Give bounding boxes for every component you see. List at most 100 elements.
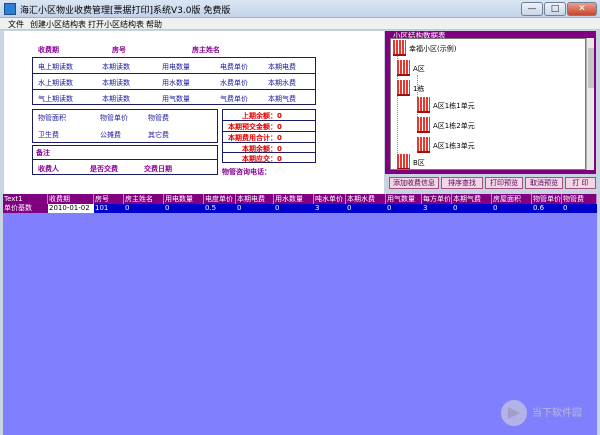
label-consult-phone: 物管咨询电话： (222, 168, 271, 176)
tree-node-unit-1[interactable]: A区1栋1单元 (433, 101, 475, 111)
label-shared-fee: 公摊费 (100, 131, 121, 139)
tree-node-building-1[interactable]: 1栋 (413, 84, 424, 94)
sort-search-button[interactable]: 排序查找 (441, 177, 483, 189)
grid-cell[interactable]: 0 (346, 204, 386, 213)
label-water-fee: 本期水费 (268, 79, 296, 87)
grid-col-gas-fee[interactable]: 本期气费 (452, 194, 492, 204)
tree-node-zone-b[interactable]: B区 (413, 158, 425, 168)
label-room-no: 房号 (112, 46, 126, 54)
grid-col-electric-usage[interactable]: 用电数量 (164, 194, 204, 204)
menu-file[interactable]: 文件 (8, 19, 24, 30)
grid-col-property-price[interactable]: 物管单价 (532, 194, 562, 204)
tree-scroll-thumb[interactable] (588, 48, 594, 88)
grid-col-text1[interactable]: Text1 (3, 194, 48, 204)
grid-col-water-price[interactable]: 吨水单价 (314, 194, 346, 204)
label-property-area: 物管面积 (38, 114, 66, 122)
grid-col-gas-price[interactable]: 每方单价 (422, 194, 452, 204)
cancel-preview-button[interactable]: 取消预览 (525, 177, 563, 189)
label-fee-period: 收费期 (38, 46, 59, 54)
building-icon (417, 97, 430, 113)
grid-col-water-usage[interactable]: 用水数量 (274, 194, 314, 204)
grid-col-property-fee[interactable]: 物管费 (562, 194, 597, 204)
label-property-fee: 物管费 (148, 114, 169, 122)
grid-col-gas-usage[interactable]: 用气数量 (386, 194, 422, 204)
label-gas-usage: 用气数量 (162, 95, 190, 103)
add-fee-button[interactable]: 添加收费信息 (389, 177, 439, 189)
label-electric-usage: 用电数量 (162, 63, 190, 71)
label-gas-curr: 本期读数 (102, 95, 130, 103)
label-collector: 收费人 (38, 165, 59, 173)
watermark-text: 当下软件园 (532, 408, 582, 419)
label-water-price: 水费单价 (220, 79, 248, 87)
building-icon (397, 80, 410, 96)
grid-col-room[interactable]: 房号 (94, 194, 124, 204)
menu-create-structure[interactable]: 创建小区结构表 (30, 19, 86, 30)
grid-col-electric-fee[interactable]: 本期电费 (236, 194, 274, 204)
grid-col-house-area[interactable]: 房屋面积 (492, 194, 532, 204)
summary-prepaid: 本期预交金额：0 (228, 123, 282, 131)
app-icon (4, 3, 16, 15)
label-other-fee: 其它费 (148, 131, 169, 139)
tree-node-community[interactable]: 幸福小区(示例) (409, 44, 456, 54)
label-electric-price: 电费单价 (220, 63, 248, 71)
minimize-button[interactable]: — (521, 2, 543, 16)
grid-col-electric-price[interactable]: 电度单价 (204, 194, 236, 204)
label-pay-date: 交费日期 (144, 165, 172, 173)
label-electric-fee: 本期电费 (268, 63, 296, 71)
label-gas-price: 气费单价 (220, 95, 248, 103)
grid-cell[interactable]: 0 (164, 204, 204, 213)
grid-cell[interactable]: 0 (562, 204, 597, 213)
label-property-price: 物管单价 (100, 114, 128, 122)
divider (32, 159, 218, 160)
label-remark: 备注 (36, 149, 50, 157)
title-bar: 海汇小区物业收费管理[票据打印]系统V3.0版 免费版 — □ ✕ (0, 0, 600, 18)
fee-form: 收费期 房号 房主姓名 电上期读数 本期读数 用电数量 电费单价 本期电费 水上… (4, 31, 384, 194)
label-water-prev: 水上期读数 (38, 79, 73, 87)
building-icon (397, 60, 410, 76)
grid-cell[interactable]: 0 (124, 204, 164, 213)
close-button[interactable]: ✕ (567, 2, 597, 16)
grid-cell-selected[interactable]: 2010-01-02 (48, 204, 94, 213)
label-sanitation-fee: 卫生费 (38, 131, 59, 139)
menu-bar: 文件 创建小区结构表 打开小区结构表 帮助 (0, 18, 600, 30)
tree-node-zone-a[interactable]: A区 (413, 64, 425, 74)
maximize-button[interactable]: □ (544, 2, 566, 16)
print-button[interactable]: 打 印 (565, 177, 596, 189)
grid-cell[interactable]: 0 (492, 204, 532, 213)
grid-cell[interactable]: 0 (452, 204, 492, 213)
tree-node-unit-2[interactable]: A区1栋2单元 (433, 121, 475, 131)
grid-cell[interactable]: 101 (94, 204, 124, 213)
structure-tree[interactable]: 幸福小区(示例) A区 1栋 A区1栋1单元 A区1栋2单元 A区1栋3单元 B… (390, 38, 586, 170)
label-gas-prev: 气上期读数 (38, 95, 73, 103)
grid-cell[interactable]: 3 (422, 204, 452, 213)
grid-col-owner[interactable]: 房主姓名 (124, 194, 164, 204)
label-electric-prev: 电上期读数 (38, 63, 73, 71)
remark-frame (32, 145, 218, 175)
grid-col-water-fee[interactable]: 本期水费 (346, 194, 386, 204)
summary-payable: 本期应交：0 (242, 155, 282, 163)
building-icon (397, 154, 410, 169)
grid-cell[interactable]: 3 (314, 204, 346, 213)
watermark: 当下软件园 (498, 395, 596, 431)
grid-col-fee-period[interactable]: 收费期 (48, 194, 94, 204)
summary-prev-balance: 上期余额：0 (242, 112, 282, 120)
building-icon (393, 40, 406, 56)
grid-cell[interactable]: 0 (386, 204, 422, 213)
summary-balance: 本期余额：0 (242, 145, 282, 153)
divider (32, 73, 316, 74)
building-icon (417, 137, 430, 153)
tree-scrollbar[interactable] (586, 38, 594, 170)
print-preview-button[interactable]: 打印预览 (485, 177, 523, 189)
menu-help[interactable]: 帮助 (146, 19, 162, 30)
grid-cell[interactable]: 0 (274, 204, 314, 213)
grid-cell[interactable]: 单价基数 (3, 204, 48, 213)
divider (32, 89, 316, 90)
grid-cell[interactable]: 0.5 (204, 204, 236, 213)
label-owner-name: 房主姓名 (192, 46, 220, 54)
menu-open-structure[interactable]: 打开小区结构表 (88, 19, 144, 30)
grid-cell[interactable]: 0.6 (532, 204, 562, 213)
building-icon (417, 117, 430, 133)
grid-cell[interactable]: 0 (236, 204, 274, 213)
tree-node-unit-3[interactable]: A区1栋3单元 (433, 141, 475, 151)
window-title: 海汇小区物业收费管理[票据打印]系统V3.0版 免费版 (20, 6, 231, 16)
